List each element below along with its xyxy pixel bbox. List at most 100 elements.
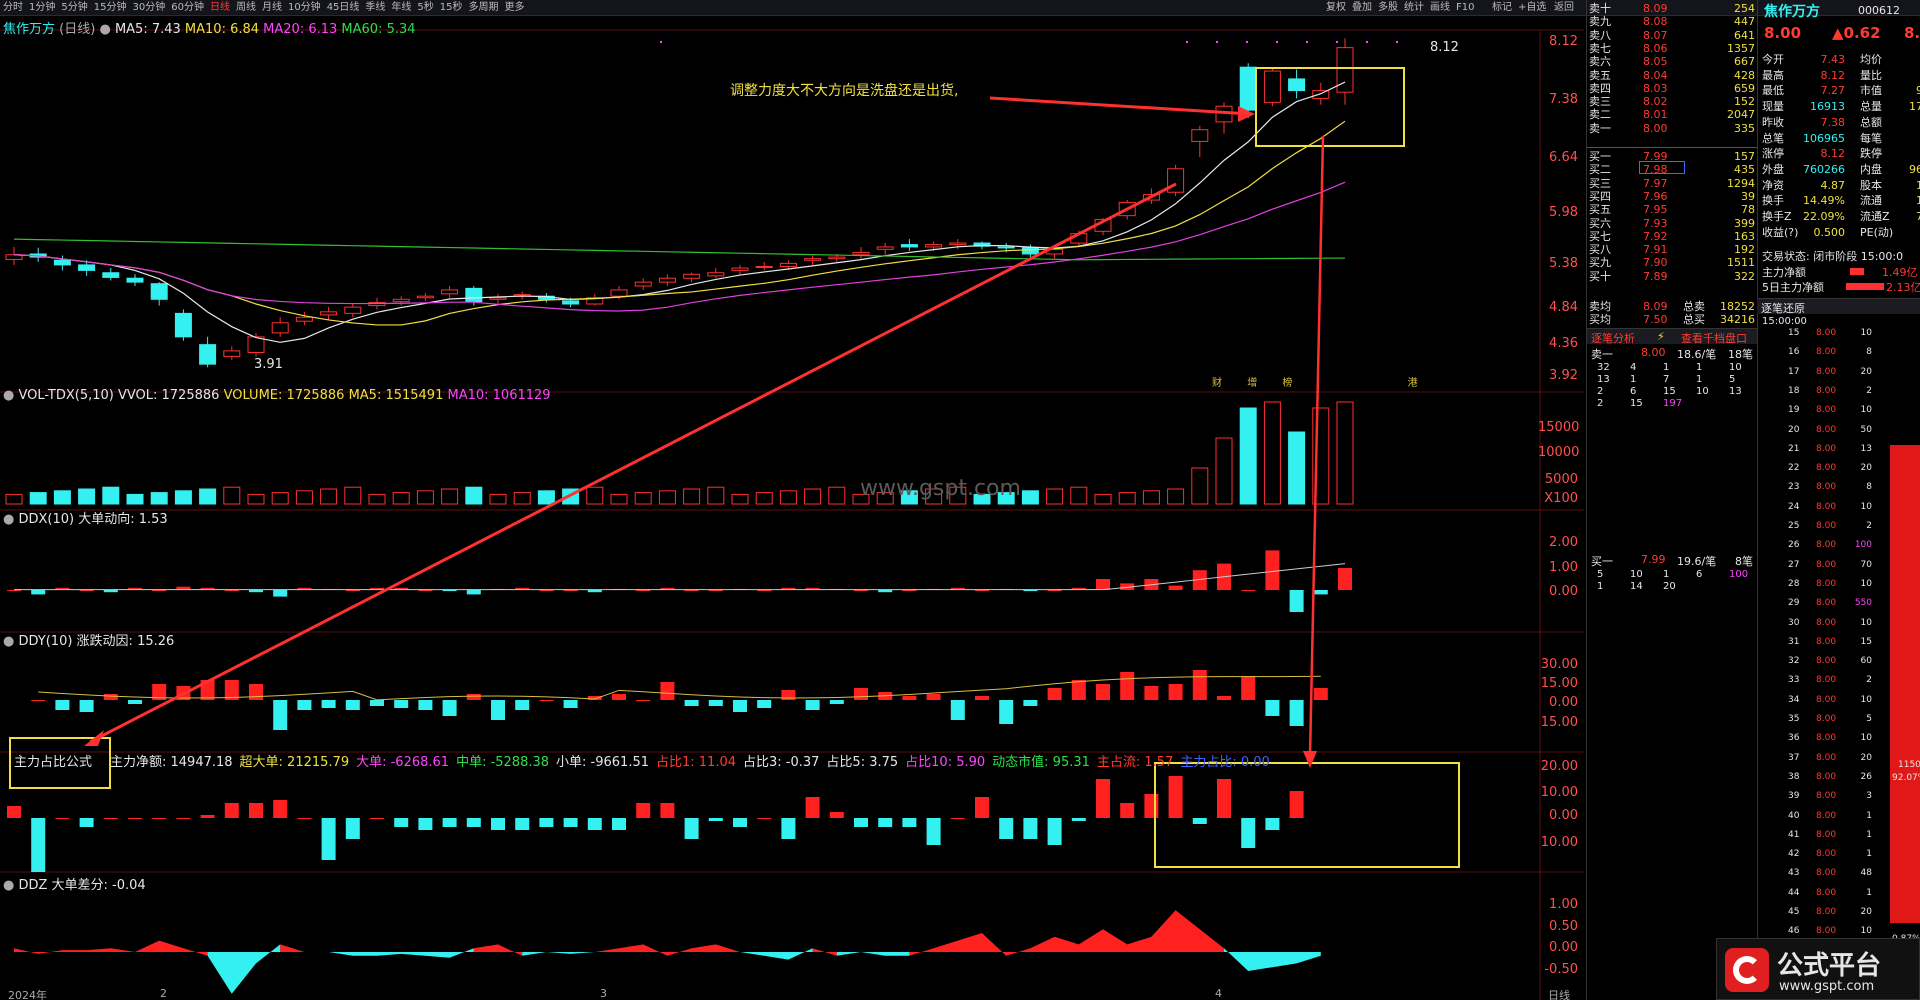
orderbook-row[interactable]: 卖八 8.07 641 — [1587, 29, 1757, 42]
toolbar-btn-8[interactable]: 返回 — [1554, 0, 1574, 15]
period-tab-1[interactable]: 1分钟 — [26, 0, 58, 15]
orderbook-row[interactable]: 买八 7.91 192 — [1587, 243, 1757, 256]
ddy-bar — [128, 700, 142, 704]
period-tab-8[interactable]: 月线 — [259, 0, 285, 15]
tick-row: 32 8.00 60 — [1788, 656, 1872, 667]
tick-row: 38 8.00 26 — [1788, 771, 1872, 782]
tick-price: 8.00 — [1816, 733, 1837, 744]
ddy-bar — [612, 694, 626, 700]
period-tab-15[interactable]: 多周期 — [466, 0, 502, 15]
ddx-axis-tick: 0.00 — [1549, 584, 1578, 599]
tab-tick-analysis[interactable]: 逐笔分析 — [1591, 330, 1635, 346]
orderbook-row[interactable]: 买三 7.97 1294 — [1587, 177, 1757, 190]
orderbook-price: 8.08 — [1643, 15, 1668, 29]
tick-list[interactable]: 15:00:00 15 8.00 10 16 8.00 8 17 8.00 20 18 8.00 2 19… — [1757, 314, 1920, 1000]
queue-count: 8笔 — [1735, 555, 1753, 568]
zl-axis-tick: 10.00 — [1540, 785, 1578, 800]
orderbook-row[interactable]: 卖六 8.05 667 — [1587, 55, 1757, 68]
orderbook-row[interactable]: 卖二 8.01 2047 — [1587, 108, 1757, 121]
orderbook-row[interactable]: 买十 7.89 322 — [1587, 270, 1757, 283]
orderbook-row[interactable]: 买九 7.90 1511 — [1587, 256, 1757, 269]
period-tab-16[interactable]: 更多 — [502, 0, 528, 15]
ddy-axis-tick: 15.00 — [1540, 676, 1578, 691]
orderbook-row[interactable]: 买四 7.96 39 — [1587, 190, 1757, 203]
x-tick-year: 2024年 — [8, 989, 47, 1000]
orderbook-row[interactable]: 卖四 8.03 659 — [1587, 82, 1757, 95]
volume-bar — [416, 490, 434, 505]
price-axis-tick: 5.38 — [1549, 256, 1578, 271]
period-tab-9[interactable]: 10分钟 — [285, 0, 324, 15]
volume-bar — [610, 493, 628, 505]
toolbar-btn-2[interactable]: 多股 — [1378, 0, 1398, 15]
event-markers: 财 增 榜 港 — [1212, 378, 1418, 389]
tick-vol: 10 — [1860, 578, 1872, 589]
period-tab-12[interactable]: 年线 — [388, 0, 414, 15]
volume-bar — [1288, 431, 1306, 505]
candle-up — [1312, 90, 1330, 99]
orderbook-row[interactable]: 卖五 8.04 428 — [1587, 69, 1757, 82]
period-tab-7[interactable]: 周线 — [233, 0, 259, 15]
toolbar-btn-7[interactable]: +自选 — [1518, 0, 1546, 15]
volume-bar — [1021, 490, 1039, 505]
ddx-line — [14, 563, 1346, 591]
orderbook-row[interactable]: 卖九 8.08 447 — [1587, 15, 1757, 28]
candle-down — [900, 244, 918, 248]
orderbook-row[interactable]: 买七 7.92 163 — [1587, 230, 1757, 243]
candle-down — [997, 246, 1015, 249]
vol-axis-tick: 15000 — [1538, 420, 1580, 435]
period-tab-10[interactable]: 45日线 — [324, 0, 363, 15]
zl-axis-tick: 0.00 — [1549, 808, 1578, 823]
orderbook-row[interactable]: 卖七 8.06 1357 — [1587, 42, 1757, 55]
orderbook-row[interactable]: 买五 7.95 78 — [1587, 203, 1757, 216]
volume-bar — [150, 492, 168, 505]
period-tab-14[interactable]: 15秒 — [437, 0, 466, 15]
orderbook-row[interactable]: 卖一 8.00 335 — [1587, 122, 1757, 135]
zl-bar — [660, 803, 675, 818]
queue-cell: 14 — [1630, 581, 1643, 592]
toolbar-btn-5[interactable]: F10 — [1456, 0, 1474, 15]
zl-bar — [854, 818, 868, 827]
tick-vol: 20 — [1860, 366, 1872, 377]
ma20-line — [13, 181, 1346, 312]
queue-cell: 1 — [1597, 581, 1604, 592]
candle-down — [1288, 78, 1306, 92]
period-tab-0[interactable]: 分时 — [0, 0, 26, 15]
period-tab-11[interactable]: 季线 — [362, 0, 388, 15]
ddy-bar — [805, 700, 820, 710]
toolbar-btn-3[interactable]: 统计 — [1404, 0, 1424, 15]
period-tab-4[interactable]: 30分钟 — [129, 0, 168, 15]
period-tab-13[interactable]: 5秒 — [414, 0, 436, 15]
queue-cell: 2 — [1597, 398, 1604, 409]
toolbar-btn-6[interactable]: 标记 — [1492, 0, 1512, 15]
zl-bar — [466, 818, 481, 827]
period-tab-2[interactable]: 5分钟 — [58, 0, 90, 15]
tick-price: 8.00 — [1816, 617, 1837, 628]
orderbook-row[interactable]: 卖十 8.09 254 — [1587, 2, 1757, 15]
tick-vol: 10 — [1860, 405, 1872, 416]
tick-restore-tab[interactable]: 逐笔还原 — [1757, 298, 1920, 315]
stat-row: 换手Z22.09%流通Z7 — [1762, 210, 1920, 223]
tick-price: 8.00 — [1816, 694, 1837, 705]
period-tab-6[interactable]: 日线 — [207, 0, 233, 15]
candle-up — [320, 311, 338, 316]
ddx-axis-tick: 2.00 — [1549, 535, 1578, 550]
candle-down — [174, 312, 192, 338]
tick-row: 33 8.00 2 — [1788, 675, 1872, 686]
period-tab-5[interactable]: 60分钟 — [168, 0, 207, 15]
kline-chart-area[interactable] — [0, 16, 1586, 1000]
tab-order-depth[interactable]: 查看千档盘口 — [1681, 330, 1747, 346]
orderbook-row[interactable]: 买六 7.93 399 — [1587, 217, 1757, 230]
tick-vol: 50 — [1860, 424, 1872, 435]
queue-cell: 6 — [1630, 386, 1637, 397]
tick-price: 8.00 — [1816, 829, 1837, 840]
orderbook-volume: 435 — [1734, 163, 1755, 177]
toolbar-btn-0[interactable]: 复权 — [1326, 0, 1346, 15]
volume-bar — [489, 493, 507, 505]
toolbar-btn-4[interactable]: 画线 — [1430, 0, 1450, 15]
toolbar-btn-1[interactable]: 叠加 — [1352, 0, 1372, 15]
orderbook-row[interactable]: 卖三 8.02 152 — [1587, 95, 1757, 108]
queue-cell: 1 — [1696, 362, 1703, 373]
main-title: 焦作万方 (日线) ● MA5: 7.43 MA10: 6.84 MA20: 6… — [3, 18, 416, 37]
period-tab-3[interactable]: 15分钟 — [91, 0, 130, 15]
zl-bar — [636, 803, 651, 818]
